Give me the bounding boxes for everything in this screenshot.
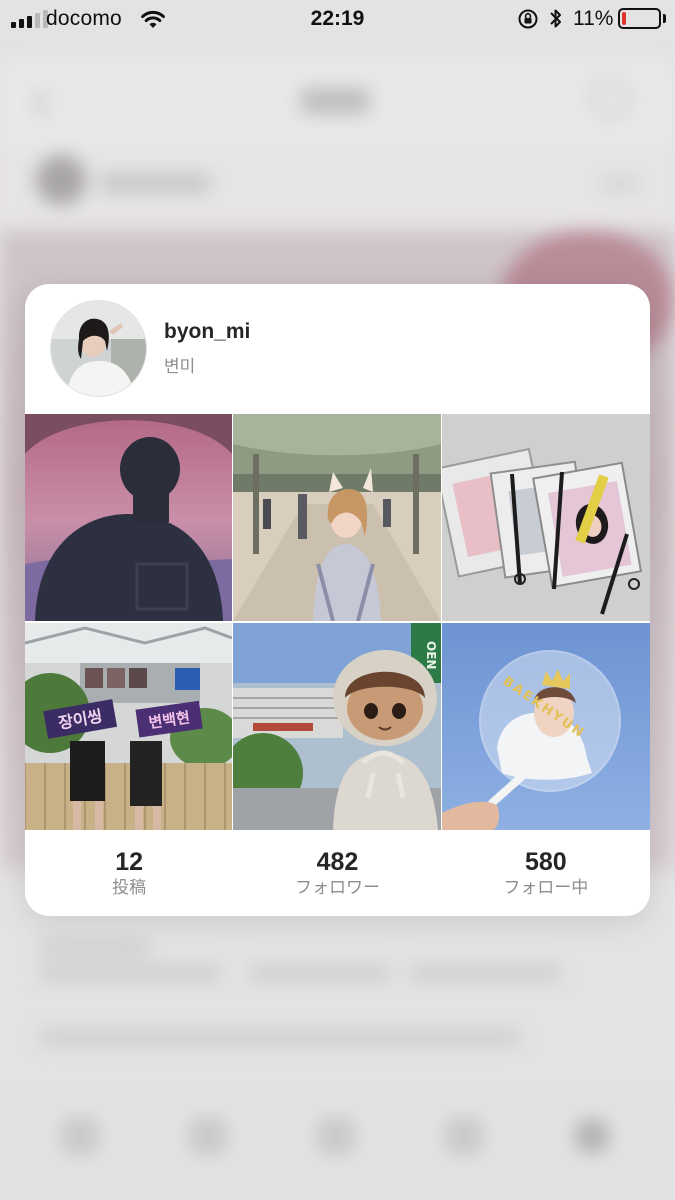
photo-silhouette-sunset-icon — [25, 414, 232, 621]
post-thumbnail[interactable]: OEN — [233, 623, 441, 830]
posts-grid: 장이씽 변백현 OEN BAEKHYUN — [25, 414, 650, 830]
posts-label: 投稿 — [112, 878, 147, 897]
profile-username[interactable]: byon_mi — [164, 320, 250, 344]
battery-icon — [618, 8, 661, 29]
post-thumbnail[interactable] — [233, 414, 441, 621]
followers-count: 482 — [316, 848, 359, 876]
rotation-lock-icon — [517, 7, 539, 37]
stat-posts[interactable]: 12 投稿 — [25, 830, 233, 916]
status-bar: docomo 22:19 11% — [0, 0, 675, 40]
photo-girl-walkway-icon — [233, 414, 441, 621]
stat-followers[interactable]: 482 フォロワー — [233, 830, 441, 916]
followers-label: フォロワー — [294, 878, 380, 897]
photo-hand-fan-icon: BAEKHYUN — [442, 623, 650, 830]
bluetooth-icon — [548, 6, 564, 38]
photo-pouches-flatlay-icon — [442, 414, 650, 621]
stat-following[interactable]: 580 フォロー中 — [442, 830, 650, 916]
profile-header[interactable]: byon_mi 변미 — [25, 284, 650, 414]
post-thumbnail[interactable] — [442, 414, 650, 621]
photo-plush-doll-icon: OEN — [233, 623, 441, 830]
post-thumbnail[interactable] — [25, 414, 232, 621]
post-thumbnail[interactable]: BAEKHYUN — [442, 623, 650, 830]
profile-full-name: 변미 — [164, 357, 196, 376]
photo-fans-banners-icon: 장이씽 변백현 — [25, 623, 232, 830]
sign-text: OEN — [424, 641, 438, 669]
profile-preview-card[interactable]: byon_mi 변미 장이씽 변백현 OEN BAEKHYUN 12 投稿 48… — [25, 284, 650, 916]
following-label: フォロー中 — [503, 878, 589, 897]
post-thumbnail[interactable]: 장이씽 변백현 — [25, 623, 232, 830]
profile-stats: 12 投稿 482 フォロワー 580 フォロー中 — [25, 830, 650, 916]
following-count: 580 — [524, 848, 567, 876]
battery-percent: 11% — [573, 7, 614, 30]
battery-cap — [663, 14, 666, 23]
posts-count: 12 — [115, 848, 144, 876]
avatar[interactable] — [50, 300, 147, 397]
